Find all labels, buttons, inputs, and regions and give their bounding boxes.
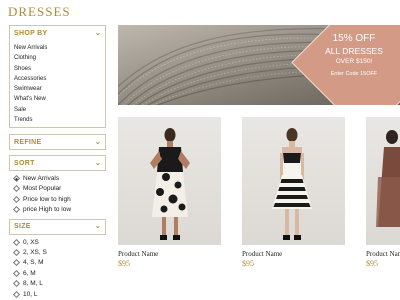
sort-option-price-low-high[interactable]: Price low to high bbox=[12, 194, 106, 204]
checkbox-icon[interactable] bbox=[12, 269, 21, 277]
size-label: SIZE bbox=[14, 223, 31, 231]
size-option-label: 0, XS bbox=[23, 238, 39, 246]
model-silhouette-image bbox=[272, 128, 312, 240]
checkbox-icon[interactable] bbox=[12, 259, 21, 267]
sort-option-most-popular[interactable]: Most Popular bbox=[12, 184, 106, 194]
size-option-label: 8, M, L bbox=[23, 280, 43, 288]
radio-icon[interactable] bbox=[12, 185, 21, 193]
filter-sidebar: SHOP BY ⌄ New Arrivals Clothing Shoes Ac… bbox=[9, 25, 106, 300]
model-silhouette-image bbox=[150, 128, 190, 240]
size-options: 0, XS 2, XS, S 4, S, M 6, M 8, M, L 10, … bbox=[9, 235, 106, 300]
size-option-label: 10, L bbox=[23, 290, 38, 298]
size-option[interactable]: 4, S, M bbox=[12, 258, 106, 268]
product-price: $95 bbox=[118, 259, 130, 268]
product-card[interactable]: Product Name $95 bbox=[118, 117, 221, 268]
size-header[interactable]: SIZE ⌄ bbox=[10, 220, 105, 234]
product-image[interactable] bbox=[118, 117, 221, 245]
shop-by-item-shoes[interactable]: Shoes bbox=[14, 64, 105, 74]
sort-options: New Arrivals Most Popular Price low to h… bbox=[9, 171, 106, 217]
radio-selected-icon[interactable] bbox=[12, 175, 21, 183]
shop-by-label: SHOP BY bbox=[14, 29, 48, 37]
promo-condition: OVER $150! bbox=[335, 58, 373, 65]
sort-option-label: New Arrivals bbox=[23, 175, 60, 183]
shop-by-header[interactable]: SHOP BY ⌄ bbox=[10, 26, 105, 40]
product-price: $95 bbox=[366, 259, 378, 268]
product-card[interactable]: Product Name $95 bbox=[242, 117, 345, 268]
checkbox-icon[interactable] bbox=[12, 238, 21, 246]
chevron-down-icon: ⌄ bbox=[94, 138, 101, 146]
promo-subline: ALL DRESSES bbox=[325, 46, 383, 56]
product-name[interactable]: Product Name bbox=[118, 250, 221, 258]
checkbox-icon[interactable] bbox=[12, 280, 21, 288]
sort-header[interactable]: SORT ⌄ bbox=[10, 156, 105, 170]
shop-by-item-trends[interactable]: Trends bbox=[14, 115, 105, 125]
size-option[interactable]: 2, XS, S bbox=[12, 247, 106, 257]
size-panel: SIZE ⌄ bbox=[9, 218, 106, 235]
chevron-down-icon: ⌄ bbox=[94, 29, 101, 37]
promo-banner[interactable]: 15% OFF ALL DRESSES OVER $150! Enter Cod… bbox=[118, 25, 400, 105]
promo-headline: 15% OFF bbox=[332, 33, 376, 44]
shop-by-panel: SHOP BY ⌄ New Arrivals Clothing Shoes Ac… bbox=[9, 25, 106, 129]
shop-by-item-accessories[interactable]: Accessories bbox=[14, 74, 105, 84]
size-option[interactable]: 6, M bbox=[12, 268, 106, 278]
product-image[interactable] bbox=[242, 117, 345, 245]
shop-by-item-sale[interactable]: Sale bbox=[14, 105, 105, 115]
product-name[interactable]: Product Name bbox=[366, 250, 400, 258]
sort-option-label: Price low to high bbox=[23, 195, 71, 203]
promo-code: Enter Code 15OFF bbox=[330, 71, 378, 77]
product-price: $95 bbox=[242, 259, 254, 268]
radio-icon[interactable] bbox=[12, 206, 21, 214]
product-grid: Product Name $95 Product Name $95 Produc… bbox=[118, 117, 400, 300]
sort-panel: SORT ⌄ bbox=[9, 155, 106, 172]
product-image[interactable] bbox=[366, 117, 400, 245]
chevron-down-icon: ⌄ bbox=[94, 223, 101, 231]
radio-icon[interactable] bbox=[12, 195, 21, 203]
checkbox-icon[interactable] bbox=[12, 290, 21, 298]
refine-label: REFINE bbox=[14, 138, 42, 146]
shop-by-item-clothing[interactable]: Clothing bbox=[14, 53, 105, 63]
shop-by-item-swimwear[interactable]: Swimwear bbox=[14, 84, 105, 94]
sort-option-label: Most Popular bbox=[23, 185, 62, 193]
product-card[interactable]: Product Name $95 bbox=[366, 117, 400, 268]
shop-by-list: New Arrivals Clothing Shoes Accessories … bbox=[10, 40, 105, 127]
promo-text: 15% OFF ALL DRESSES OVER $150! Enter Cod… bbox=[314, 33, 394, 78]
main-content: 15% OFF ALL DRESSES OVER $150! Enter Cod… bbox=[118, 25, 400, 300]
shop-by-item-whats-new[interactable]: What's New bbox=[14, 94, 105, 104]
checkbox-icon[interactable] bbox=[12, 248, 21, 257]
sort-option-price-high-low[interactable]: price High to low bbox=[12, 205, 106, 215]
size-option[interactable]: 0, XS bbox=[12, 237, 106, 247]
sort-label: SORT bbox=[14, 159, 35, 167]
page-title: DRESSES bbox=[8, 4, 71, 19]
size-option[interactable]: 10, L bbox=[12, 289, 106, 299]
chevron-down-icon: ⌄ bbox=[94, 159, 101, 167]
size-option-label: 2, XS, S bbox=[23, 249, 47, 257]
refine-header[interactable]: REFINE ⌄ bbox=[10, 135, 105, 149]
size-option[interactable]: 8, M, L bbox=[12, 279, 106, 289]
shop-by-item-new-arrivals[interactable]: New Arrivals bbox=[14, 43, 105, 53]
size-option-label: 6, M bbox=[23, 269, 36, 277]
model-silhouette-image bbox=[376, 130, 400, 227]
size-option-label: 4, S, M bbox=[23, 259, 44, 267]
refine-panel: REFINE ⌄ bbox=[9, 134, 106, 151]
product-name[interactable]: Product Name bbox=[242, 250, 345, 258]
sort-option-label: price High to low bbox=[23, 206, 72, 214]
sort-option-new-arrivals[interactable]: New Arrivals bbox=[12, 173, 106, 183]
